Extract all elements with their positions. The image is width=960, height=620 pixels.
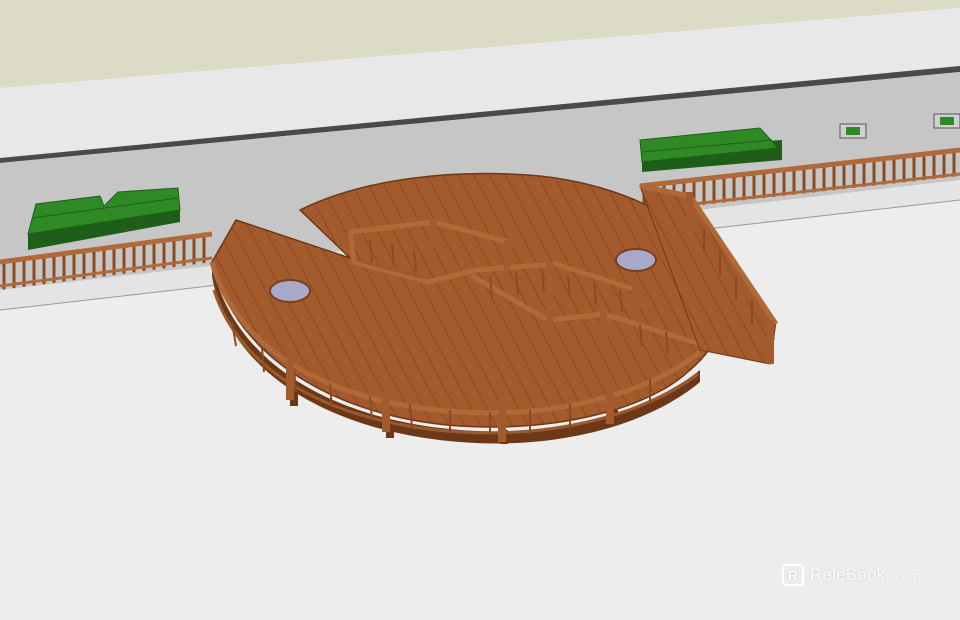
deck-rendering	[0, 0, 960, 444]
watermark-brand: ReleBook	[810, 565, 886, 584]
watermark-suffix: .com	[891, 567, 921, 583]
pool-left	[269, 279, 311, 303]
pool-right	[615, 248, 657, 272]
watermark: R ReleBook .com	[782, 564, 920, 586]
relebook-logo-icon: R	[782, 564, 804, 586]
